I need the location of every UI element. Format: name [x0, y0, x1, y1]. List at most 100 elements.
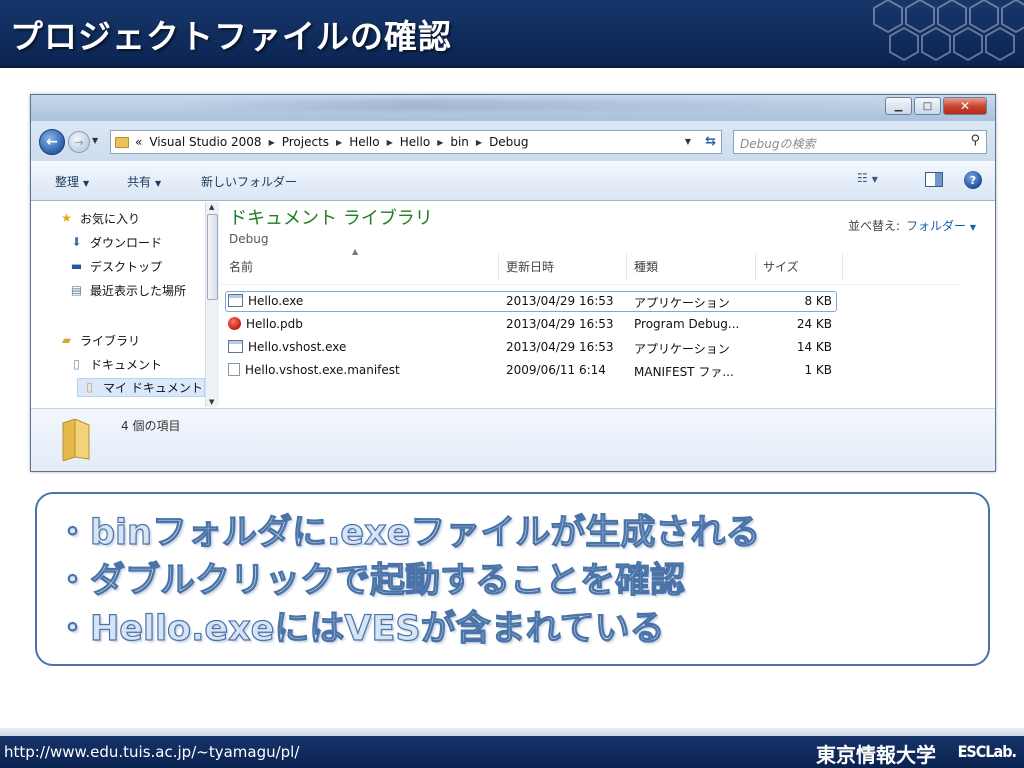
- slide-title: プロジェクトファイルの確認: [10, 17, 452, 56]
- exe-icon: [228, 340, 243, 353]
- nav-item-recent-places[interactable]: ▤ 最近表示した場所: [69, 282, 186, 299]
- arrange-by-dropdown[interactable]: フォルダー ▼: [906, 219, 976, 233]
- footer-strip: [0, 728, 1024, 736]
- footer-lab-logo: ESCLab.: [957, 742, 1017, 761]
- file-name: Hello.vshost.exe: [248, 340, 347, 354]
- bullet-item: ・Hello.exeにはVESが含まれている: [54, 608, 665, 649]
- file-row[interactable]: Hello.exe 2013/04/29 16:53 アプリケーション 8 KB: [225, 291, 837, 312]
- breadcrumb-hello[interactable]: Hello: [349, 135, 379, 149]
- chevron-right-icon[interactable]: ▶: [387, 138, 393, 147]
- chevron-down-icon: ▼: [83, 179, 90, 188]
- column-divider[interactable]: [626, 254, 627, 280]
- organize-button[interactable]: 整理 ▼: [55, 173, 89, 190]
- navigation-pane: ★ お気に入り ⬇ ダウンロード ▬ デスクトップ ▤ 最近表示した場所 ▰ ライブラリ …: [31, 202, 205, 407]
- file-list-pane: ドキュメント ライブラリ Debug 並べ替え: フォルダー ▼ ▲ 名前 更新日…: [220, 202, 995, 407]
- recent-pages-dropdown[interactable]: ▼: [92, 136, 98, 145]
- file-row[interactable]: Hello.vshost.exe 2013/04/29 16:53 アプリケーシ…: [225, 337, 837, 358]
- search-icon[interactable]: ⚲: [970, 133, 980, 148]
- file-date: 2013/04/29 16:53: [506, 340, 614, 354]
- hexagon-pattern-decoration: [873, 0, 1024, 62]
- help-icon[interactable]: ?: [964, 171, 982, 189]
- maximize-button[interactable]: □: [914, 97, 941, 115]
- column-divider[interactable]: [842, 254, 843, 280]
- column-header-date[interactable]: 更新日時: [506, 258, 554, 275]
- recent-places-icon: ▤: [70, 283, 83, 297]
- nav-label: ダウンロード: [90, 236, 163, 250]
- search-input[interactable]: Debugの検索 ⚲: [733, 130, 987, 154]
- nav-item-my-documents[interactable]: ▯ マイ ドキュメント: [77, 378, 205, 397]
- forward-arrow-icon: →: [74, 135, 84, 149]
- refresh-icon[interactable]: ⇆: [705, 134, 716, 149]
- column-header-size[interactable]: サイズ: [763, 258, 799, 275]
- nav-item-libraries[interactable]: ▰ ライブラリ: [59, 332, 140, 349]
- maximize-icon: □: [922, 100, 933, 112]
- address-field[interactable]: « Visual Studio 2008 ▶ Projects ▶ Hello …: [110, 130, 722, 154]
- nav-label: ライブラリ: [80, 334, 141, 348]
- exe-icon: [228, 294, 243, 307]
- breadcrumb-bin[interactable]: bin: [450, 135, 469, 149]
- file-name: Hello.pdb: [246, 317, 303, 331]
- folder-icon: [62, 419, 90, 461]
- nav-item-downloads[interactable]: ⬇ ダウンロード: [69, 234, 162, 251]
- details-pane: 4 個の項目: [31, 408, 995, 471]
- column-divider[interactable]: [755, 254, 756, 280]
- file-row[interactable]: Hello.vshost.exe.manifest 2009/06/11 6:1…: [225, 360, 837, 381]
- view-list-icon: ☷: [857, 171, 868, 185]
- file-date: 2013/04/29 16:53: [506, 317, 614, 331]
- preview-pane-icon[interactable]: [925, 172, 943, 187]
- column-divider[interactable]: [498, 254, 499, 280]
- scroll-down-icon[interactable]: ▼: [209, 398, 214, 406]
- nav-item-desktop[interactable]: ▬ デスクトップ: [69, 258, 162, 275]
- scrollbar-thumb[interactable]: [207, 214, 218, 300]
- nav-item-favorites[interactable]: ★ お気に入り: [59, 210, 140, 227]
- breadcrumb-projects[interactable]: Projects: [282, 135, 329, 149]
- slide-header: プロジェクトファイルの確認: [0, 0, 1024, 68]
- window-titlebar[interactable]: ▁ □ ✕: [31, 95, 995, 121]
- footer-url[interactable]: http://www.edu.tuis.ac.jp/~tyamagu/pl/: [4, 743, 299, 761]
- nav-label: マイ ドキュメント: [103, 381, 203, 395]
- file-size: 8 KB: [804, 294, 832, 308]
- chevron-right-icon[interactable]: ▶: [269, 138, 275, 147]
- breadcrumb-overflow[interactable]: «: [135, 135, 142, 149]
- breadcrumb-hello-sub[interactable]: Hello: [400, 135, 430, 149]
- nav-label: デスクトップ: [90, 260, 163, 274]
- my-documents-icon: ▯: [86, 380, 93, 394]
- organize-label: 整理: [55, 175, 80, 189]
- command-bar: 整理 ▼ 共有 ▼ 新しいフォルダー ☷ ▼ ?: [31, 161, 995, 201]
- file-date: 2013/04/29 16:53: [506, 294, 614, 308]
- chevron-right-icon[interactable]: ▶: [437, 138, 443, 147]
- chevron-right-icon[interactable]: ▶: [476, 138, 482, 147]
- breadcrumb-visual-studio[interactable]: Visual Studio 2008: [149, 135, 261, 149]
- address-dropdown-icon[interactable]: ▼: [685, 137, 691, 146]
- file-row[interactable]: Hello.pdb 2013/04/29 16:53 Program Debug…: [225, 314, 837, 335]
- forward-button[interactable]: →: [68, 131, 90, 153]
- column-header-type[interactable]: 種類: [634, 258, 658, 275]
- file-type: アプリケーション: [634, 342, 730, 356]
- close-button[interactable]: ✕: [943, 97, 987, 115]
- share-label: 共有: [127, 175, 152, 189]
- scroll-up-icon[interactable]: ▲: [209, 203, 214, 211]
- back-button[interactable]: ←: [39, 129, 65, 155]
- breadcrumb-debug[interactable]: Debug: [489, 135, 528, 149]
- nav-item-documents[interactable]: ▯ ドキュメント: [69, 356, 162, 373]
- navigation-scrollbar[interactable]: ▲ ▼: [205, 202, 219, 407]
- file-name: Hello.vshost.exe.manifest: [245, 363, 400, 377]
- back-arrow-icon: ←: [46, 134, 58, 150]
- bullet-box: ・binフォルダに.exeファイルが生成される ・ダブルクリックで起動することを…: [35, 492, 990, 666]
- minimize-button[interactable]: ▁: [885, 97, 912, 115]
- file-date: 2009/06/11 6:14: [506, 363, 606, 377]
- column-header-name[interactable]: 名前: [229, 258, 253, 275]
- arrange-label: 並べ替え:: [847, 219, 900, 233]
- file-type: アプリケーション: [634, 296, 730, 310]
- nav-label: 最近表示した場所: [90, 284, 187, 298]
- footer-university: 東京情報大学: [816, 743, 936, 767]
- file-name: Hello.exe: [248, 294, 304, 308]
- file-type: Program Debug...: [634, 317, 740, 331]
- share-button[interactable]: 共有 ▼: [127, 173, 161, 190]
- address-bar-area: ← → ▼ « Visual Studio 2008 ▶ Projects ▶ …: [31, 121, 995, 161]
- header-separator: [220, 284, 960, 285]
- view-options-button[interactable]: ☷ ▼: [857, 171, 878, 185]
- chevron-right-icon[interactable]: ▶: [336, 138, 342, 147]
- item-count: 4 個の項目: [121, 419, 181, 433]
- new-folder-button[interactable]: 新しいフォルダー: [201, 173, 297, 190]
